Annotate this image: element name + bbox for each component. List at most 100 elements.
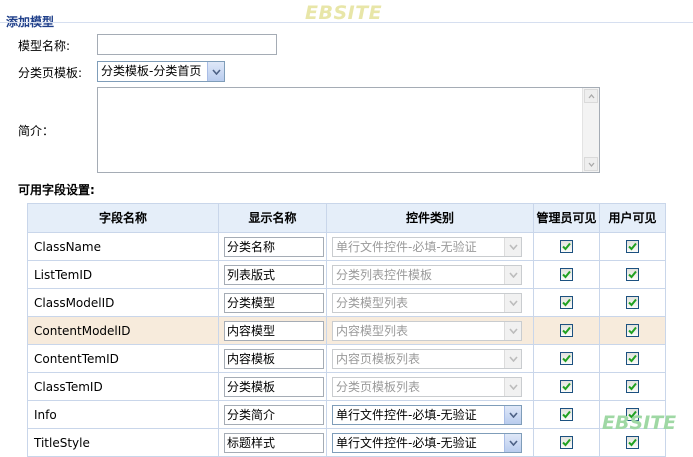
admin-visible-cell bbox=[533, 316, 600, 345]
checkmark-icon bbox=[562, 326, 571, 335]
intro-textarea[interactable] bbox=[97, 87, 600, 173]
control-type-cell: 单行文件控件-必填-无验证 bbox=[326, 400, 534, 429]
display-name-input[interactable]: 内容模板 bbox=[224, 348, 324, 369]
checkmark-icon bbox=[562, 242, 571, 251]
header-display-name: 显示名称 bbox=[218, 203, 327, 233]
user-visible-checkbox[interactable] bbox=[626, 324, 639, 337]
display-name-cell: 内容模板 bbox=[218, 344, 327, 373]
field-name-cell: TitleStyle bbox=[27, 428, 219, 457]
scroll-up-icon[interactable] bbox=[584, 89, 598, 103]
control-type-cell: 单行文件控件-必填-无验证 bbox=[326, 428, 534, 457]
display-name-cell: 内容模型 bbox=[218, 316, 327, 345]
chevron-down-icon bbox=[504, 293, 521, 312]
checkmark-icon bbox=[628, 298, 637, 307]
display-name-input[interactable]: 分类模板 bbox=[224, 376, 324, 397]
admin-visible-checkbox[interactable] bbox=[560, 436, 573, 449]
admin-visible-checkbox[interactable] bbox=[560, 240, 573, 253]
checkmark-icon bbox=[562, 298, 571, 307]
table-row: TitleStyle 标题样式 单行文件控件-必填-无验证 bbox=[27, 428, 666, 457]
control-type-select: 分类模型列表 bbox=[332, 292, 522, 313]
control-type-cell: 分类列表控件模板 bbox=[326, 260, 534, 289]
admin-visible-checkbox[interactable] bbox=[560, 296, 573, 309]
admin-visible-cell bbox=[533, 428, 600, 457]
field-name-cell: ContentModelID bbox=[27, 316, 219, 345]
fields-settings-label: 可用字段设置: bbox=[18, 183, 95, 197]
control-type-select: 分类列表控件模板 bbox=[332, 264, 522, 285]
ebsite-watermark-top: EBSITE bbox=[305, 2, 383, 24]
display-name-cell: 标题样式 bbox=[218, 428, 327, 457]
header-admin-visible: 管理员可见 bbox=[533, 203, 600, 233]
checkmark-icon bbox=[628, 326, 637, 335]
display-name-input[interactable]: 列表版式 bbox=[224, 264, 324, 285]
control-type-cell: 单行文件控件-必填-无验证 bbox=[326, 232, 534, 261]
chevron-down-icon[interactable] bbox=[207, 62, 224, 81]
title-divider bbox=[0, 22, 693, 23]
chevron-down-icon bbox=[504, 265, 521, 284]
control-type-value: 分类模型列表 bbox=[336, 295, 409, 310]
checkmark-icon bbox=[628, 382, 637, 391]
header-control-type: 控件类别 bbox=[326, 203, 534, 233]
field-name-cell: ClassName bbox=[27, 232, 219, 261]
control-type-value: 内容页模板列表 bbox=[336, 351, 421, 366]
user-visible-cell bbox=[599, 316, 666, 345]
model-name-input[interactable] bbox=[97, 34, 277, 55]
control-type-value: 单行文件控件-必填-无验证 bbox=[336, 407, 477, 422]
scroll-down-icon[interactable] bbox=[584, 157, 598, 171]
chevron-down-icon[interactable] bbox=[504, 405, 521, 424]
control-type-select: 单行文件控件-必填-无验证 bbox=[332, 236, 522, 257]
chevron-down-icon[interactable] bbox=[504, 433, 521, 452]
chevron-down-icon bbox=[504, 321, 521, 340]
table-row: ListTemID 列表版式 分类列表控件模板 bbox=[27, 260, 666, 289]
header-field-name: 字段名称 bbox=[27, 203, 219, 233]
fields-table: 字段名称 显示名称 控件类别 管理员可见 用户可见 ClassName 分类名称单… bbox=[27, 203, 666, 457]
display-name-input[interactable]: 标题样式 bbox=[224, 432, 324, 453]
display-name-input[interactable]: 内容模型 bbox=[224, 320, 324, 341]
class-template-select[interactable]: 分类模板-分类首页 bbox=[97, 61, 225, 82]
control-type-select[interactable]: 单行文件控件-必填-无验证 bbox=[332, 432, 522, 453]
field-name-cell: ClassModelID bbox=[27, 288, 219, 317]
checkmark-icon bbox=[562, 354, 571, 363]
control-type-value: 分类列表控件模板 bbox=[336, 267, 433, 282]
user-visible-checkbox[interactable] bbox=[626, 296, 639, 309]
display-name-cell: 分类名称 bbox=[218, 232, 327, 261]
admin-visible-checkbox[interactable] bbox=[560, 268, 573, 281]
admin-visible-cell bbox=[533, 400, 600, 429]
ebsite-watermark-bottom: EBSITE bbox=[602, 412, 677, 434]
intro-label: 简介： bbox=[18, 124, 55, 138]
table-row: Info 分类简介 单行文件控件-必填-无验证 bbox=[27, 400, 666, 429]
display-name-input[interactable]: 分类名称 bbox=[224, 236, 324, 257]
user-visible-checkbox[interactable] bbox=[626, 240, 639, 253]
control-type-select: 内容页模板列表 bbox=[332, 348, 522, 369]
field-name-cell: Info bbox=[27, 400, 219, 429]
field-name-cell: ClassTemID bbox=[27, 372, 219, 401]
control-type-value: 单行文件控件-必填-无验证 bbox=[336, 239, 477, 254]
display-name-input[interactable]: 分类简介 bbox=[224, 404, 324, 425]
display-name-cell: 列表版式 bbox=[218, 260, 327, 289]
user-visible-checkbox[interactable] bbox=[626, 380, 639, 393]
admin-visible-checkbox[interactable] bbox=[560, 352, 573, 365]
control-type-select[interactable]: 单行文件控件-必填-无验证 bbox=[332, 404, 522, 425]
admin-visible-cell bbox=[533, 372, 600, 401]
control-type-cell: 分类模型列表 bbox=[326, 288, 534, 317]
user-visible-cell bbox=[599, 372, 666, 401]
user-visible-checkbox[interactable] bbox=[626, 436, 639, 449]
user-visible-checkbox[interactable] bbox=[626, 352, 639, 365]
checkmark-icon bbox=[562, 382, 571, 391]
display-name-input[interactable]: 分类模型 bbox=[224, 292, 324, 313]
class-template-value: 分类模板-分类首页 bbox=[101, 64, 202, 78]
field-name-cell: ContentTemID bbox=[27, 344, 219, 373]
user-visible-cell bbox=[599, 344, 666, 373]
field-name-cell: ListTemID bbox=[27, 260, 219, 289]
intro-scrollbar[interactable] bbox=[582, 88, 599, 172]
admin-visible-checkbox[interactable] bbox=[560, 324, 573, 337]
user-visible-checkbox[interactable] bbox=[626, 268, 639, 281]
admin-visible-cell bbox=[533, 260, 600, 289]
admin-visible-checkbox[interactable] bbox=[560, 380, 573, 393]
table-row: ContentTemID 内容模板 内容页模板列表 bbox=[27, 344, 666, 373]
admin-visible-cell bbox=[533, 232, 600, 261]
display-name-cell: 分类模板 bbox=[218, 372, 327, 401]
table-row: ContentModelID 内容模型 内容模型列表 bbox=[27, 316, 666, 345]
admin-visible-checkbox[interactable] bbox=[560, 408, 573, 421]
checkmark-icon bbox=[628, 270, 637, 279]
table-row: ClassTemID 分类模板 分类页模板列表 bbox=[27, 372, 666, 401]
